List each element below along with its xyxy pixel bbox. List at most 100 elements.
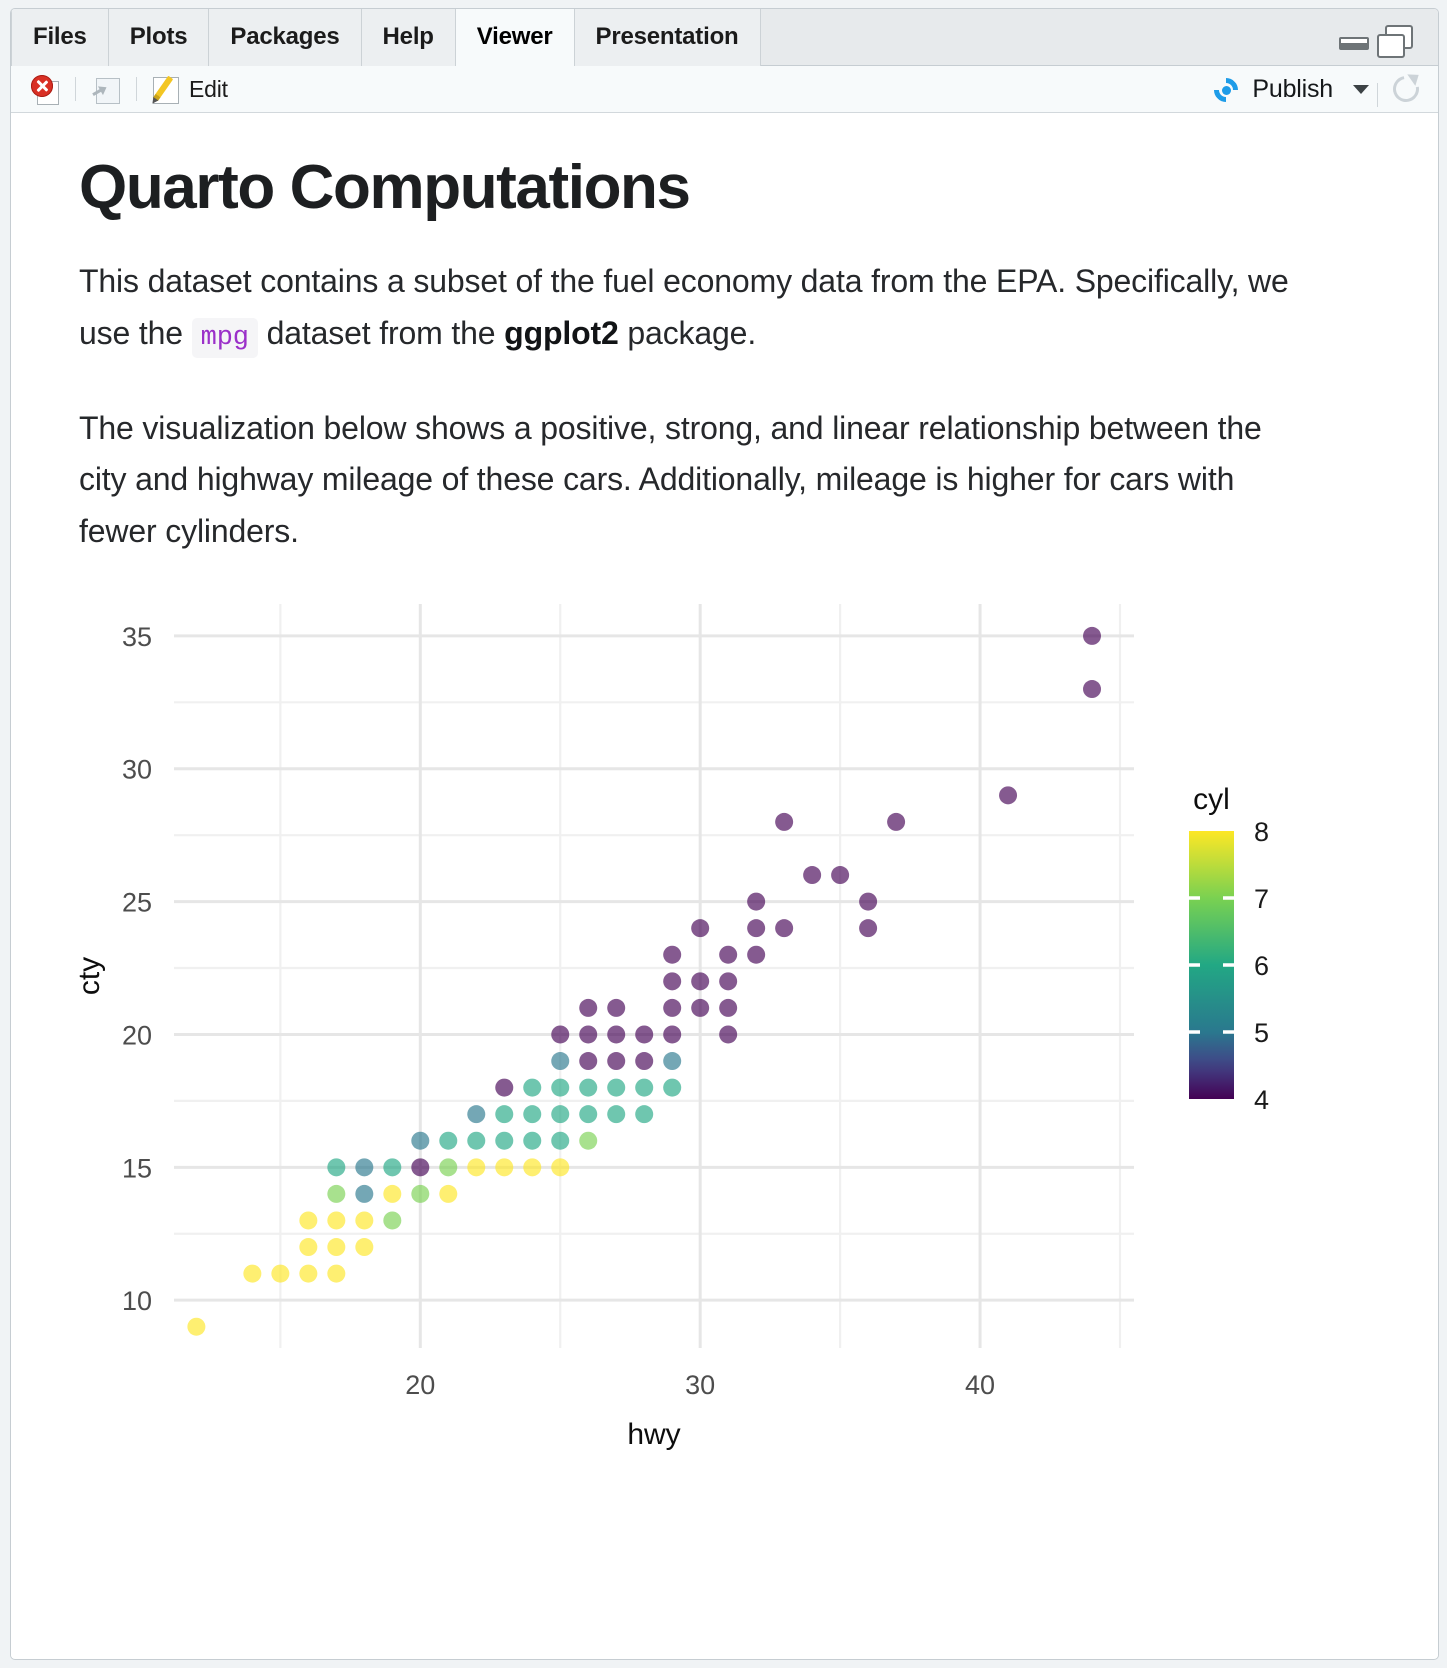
viewer-toolbar: Edit Publish xyxy=(11,66,1438,113)
scatter-point xyxy=(523,1158,541,1176)
stop-icon xyxy=(31,75,61,105)
scatter-point xyxy=(243,1265,261,1283)
scatter-point xyxy=(691,972,709,990)
viewer-document: Quarto Computations This dataset contain… xyxy=(11,113,1438,1658)
scatter-point xyxy=(719,946,737,964)
publish-button[interactable]: Publish xyxy=(1206,70,1337,110)
tab-plots-label: Plots xyxy=(130,23,188,50)
scatter-point xyxy=(495,1158,513,1176)
scatter-point xyxy=(663,946,681,964)
scatter-point xyxy=(719,999,737,1017)
scatter-point xyxy=(355,1212,373,1230)
scatter-point xyxy=(523,1105,541,1123)
scatter-point xyxy=(859,919,877,937)
scatter-point xyxy=(579,999,597,1017)
scatter-point xyxy=(327,1265,345,1283)
scatter-point xyxy=(747,893,765,911)
scatter-point xyxy=(355,1185,373,1203)
scatter-point xyxy=(887,813,905,831)
scatter-point xyxy=(607,1079,625,1097)
window-controls xyxy=(1339,25,1424,57)
edit-button[interactable]: Edit xyxy=(145,66,234,113)
tab-viewer[interactable]: Viewer xyxy=(456,9,575,66)
inline-bold-ggplot2: ggplot2 xyxy=(504,315,618,351)
scatter-point xyxy=(439,1158,457,1176)
scatter-point xyxy=(747,946,765,964)
scatter-point xyxy=(579,1052,597,1070)
legend-tick-label: 6 xyxy=(1254,951,1269,981)
intro-paragraph: This dataset contains a subset of the fu… xyxy=(79,256,1309,361)
toolbar-divider-2 xyxy=(136,77,137,101)
show-in-new-window-button[interactable] xyxy=(84,66,128,113)
x-tick-label: 40 xyxy=(965,1370,995,1400)
legend-tick-label: 5 xyxy=(1254,1018,1269,1048)
publish-button-label: Publish xyxy=(1252,75,1333,104)
scatter-point xyxy=(607,1026,625,1044)
stop-button[interactable] xyxy=(25,66,67,113)
scatter-point xyxy=(327,1158,345,1176)
minimize-icon[interactable] xyxy=(1339,37,1369,50)
scatter-point xyxy=(551,1052,569,1070)
maximize-icon[interactable] xyxy=(1377,34,1405,58)
scatter-point xyxy=(551,1079,569,1097)
scatter-point xyxy=(299,1238,317,1256)
page-title: Quarto Computations xyxy=(79,155,1380,220)
scatter-point xyxy=(635,1105,653,1123)
scatter-point xyxy=(1083,627,1101,645)
scatter-point xyxy=(355,1158,373,1176)
viewer-pane: Files Plots Packages Help Viewer Present… xyxy=(10,8,1439,1660)
scatter-plot-svg: 101520253035203040hwyctycyl87654 xyxy=(69,586,1359,1456)
scatter-point xyxy=(663,972,681,990)
scatter-point xyxy=(579,1079,597,1097)
plot-panel xyxy=(174,604,1134,1348)
scatter-point xyxy=(999,786,1017,804)
x-tick-label: 30 xyxy=(685,1370,715,1400)
description-paragraph: The visualization below shows a positive… xyxy=(79,403,1309,558)
scatter-point xyxy=(635,1026,653,1044)
scatter-point xyxy=(1083,680,1101,698)
scatter-point xyxy=(495,1105,513,1123)
show-in-new-window-icon xyxy=(90,75,122,105)
y-axis-title: cty xyxy=(73,957,106,995)
scatter-point xyxy=(691,999,709,1017)
intro-text-part2: dataset from the xyxy=(258,315,504,351)
scatter-point xyxy=(747,919,765,937)
scatter-point xyxy=(523,1079,541,1097)
chevron-down-icon[interactable] xyxy=(1353,85,1369,94)
tab-packages[interactable]: Packages xyxy=(209,9,361,66)
scatter-point xyxy=(663,999,681,1017)
edit-button-label: Edit xyxy=(189,76,228,103)
x-tick-label: 20 xyxy=(405,1370,435,1400)
toolbar-divider-1 xyxy=(75,77,76,101)
refresh-icon[interactable] xyxy=(1390,73,1424,107)
scatter-point xyxy=(775,919,793,937)
scatter-point xyxy=(271,1265,289,1283)
toolbar-divider-3 xyxy=(1377,83,1378,107)
scatter-point xyxy=(411,1132,429,1150)
tab-help-label: Help xyxy=(383,23,434,50)
scatter-point xyxy=(607,1105,625,1123)
scatter-point xyxy=(551,1105,569,1123)
publish-icon xyxy=(1210,77,1244,103)
scatter-point xyxy=(775,813,793,831)
edit-icon xyxy=(151,74,183,106)
scatter-point xyxy=(607,1052,625,1070)
tab-packages-label: Packages xyxy=(230,23,339,50)
scatter-point xyxy=(663,1026,681,1044)
tab-files[interactable]: Files xyxy=(11,9,109,66)
legend-tick-label: 4 xyxy=(1254,1085,1269,1115)
x-axis-title: hwy xyxy=(627,1418,680,1451)
scatter-point xyxy=(327,1185,345,1203)
y-tick-label: 15 xyxy=(122,1153,152,1183)
tab-presentation[interactable]: Presentation xyxy=(575,9,761,66)
scatter-point xyxy=(383,1185,401,1203)
tab-help[interactable]: Help xyxy=(362,9,456,66)
scatter-point xyxy=(299,1265,317,1283)
scatter-point xyxy=(859,893,877,911)
tab-plots[interactable]: Plots xyxy=(109,9,210,66)
scatter-point xyxy=(691,919,709,937)
y-tick-label: 30 xyxy=(122,755,152,785)
scatter-point xyxy=(495,1132,513,1150)
scatter-point xyxy=(187,1318,205,1336)
scatter-point xyxy=(411,1158,429,1176)
